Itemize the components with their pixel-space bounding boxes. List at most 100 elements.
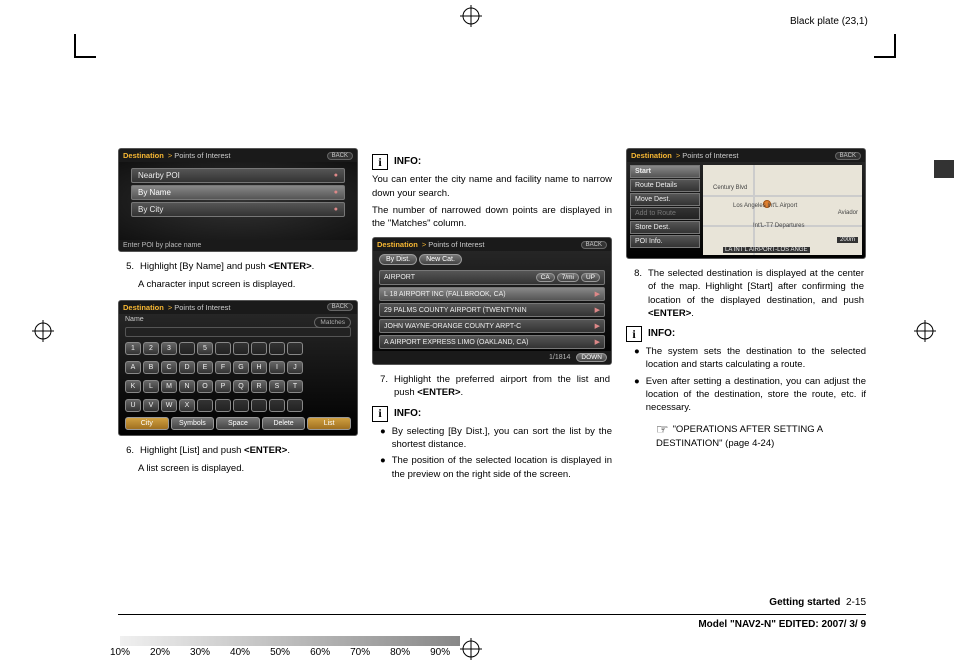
screenshot-map: Destination > Points of Interest BACK St… (626, 148, 866, 259)
side-item-poi-info: POI Info. (630, 235, 700, 248)
info-icon: i (626, 326, 642, 342)
info-paragraph: You can enter the city name and facility… (372, 173, 612, 201)
plate-label: Black plate (23,1) (790, 16, 868, 27)
key: J (287, 361, 303, 374)
key: A (125, 361, 141, 374)
back-button: BACK (327, 152, 353, 160)
up-button: UP (581, 273, 600, 282)
key: O (197, 380, 213, 393)
column-1: Destination > Points of Interest BACK Ne… (118, 148, 358, 484)
key: D (179, 361, 195, 374)
cross-reference: ☞"OPERATIONS AFTER SETTING A DESTINATION… (656, 418, 866, 451)
breadcrumb-sub: Points of Interest (682, 151, 738, 160)
list-row: 29 PALMS COUNTY AIRPORT (TWENTYNIN▶ (379, 303, 605, 317)
crop-mark (874, 56, 896, 58)
key (197, 399, 213, 412)
key: B (143, 361, 159, 374)
step-7: 7. Highlight the preferred airport from … (374, 373, 610, 400)
key: T (287, 380, 303, 393)
key (269, 399, 285, 412)
back-button: BACK (835, 152, 861, 160)
map-label: Los Angeles Int'L Airport (733, 203, 797, 209)
list-row: AIRPORT CA 7/mi UP (379, 270, 605, 285)
pointing-hand-icon: ☞ (656, 420, 669, 440)
footer-hint: Enter POI by place name (123, 242, 201, 249)
info-paragraph: The number of narrowed down points are d… (372, 204, 612, 232)
chevron-right-icon: > (168, 151, 172, 160)
step-5-continued: A character input screen is displayed. (138, 278, 358, 291)
menu-item: Nearby POI● (131, 168, 345, 183)
city-button: City (125, 417, 169, 430)
breadcrumb-main: Destination (123, 303, 164, 312)
side-item-route-details: Route Details (630, 179, 700, 192)
breadcrumb-sub: Points of Interest (174, 303, 230, 312)
key: M (161, 380, 177, 393)
footer-rule (118, 614, 866, 615)
map-preview: Century Blvd Los Angeles Int'L Airport I… (703, 165, 862, 255)
menu-item: By City● (131, 202, 345, 217)
keyboard-row-4: U V W X (119, 396, 357, 415)
info-icon: i (372, 154, 388, 170)
chevron-right-icon: > (168, 303, 172, 312)
key (215, 342, 231, 355)
key: W (161, 399, 177, 412)
map-label: LA INT'L AIRPORT-LOS ANGE (723, 247, 810, 253)
registration-mark-icon (914, 320, 936, 342)
key (179, 342, 195, 355)
key: 2 (143, 342, 159, 355)
halftone-bar (120, 636, 460, 646)
side-item-move-dest: Move Dest. (630, 193, 700, 206)
symbols-button: Symbols (171, 417, 215, 430)
key: C (161, 361, 177, 374)
key: L (143, 380, 159, 393)
key: Q (233, 380, 249, 393)
breadcrumb-sub: Points of Interest (174, 151, 230, 160)
step-8: 8. The selected destination is displayed… (628, 267, 864, 320)
list-button: List (307, 417, 351, 430)
menu-item: By Name● (131, 185, 345, 200)
step-6: 6. Highlight [List] and push <ENTER>. (120, 444, 356, 457)
map-label: Century Blvd (713, 185, 747, 191)
name-input (125, 327, 351, 337)
matches-badge: Matches (314, 317, 351, 328)
key (233, 399, 249, 412)
new-cat-button: New Cat. (419, 254, 462, 265)
list-row: L 18 AIRPORT INC (FALLBROOK, CA)▶ (379, 287, 605, 301)
info-icon: i (372, 406, 388, 422)
breadcrumb-main: Destination (123, 151, 164, 160)
key: 1 (125, 342, 141, 355)
bullet-item: ●By selecting [By Dist.], you can sort t… (380, 425, 612, 452)
screenshot-poi-menu: Destination > Points of Interest BACK Ne… (118, 148, 358, 252)
key: 5 (197, 342, 213, 355)
list-row: A AIRPORT EXPRESS LIMO (OAKLAND, CA)▶ (379, 335, 605, 349)
key (269, 342, 285, 355)
key: V (143, 399, 159, 412)
back-button: BACK (581, 241, 607, 249)
key: H (251, 361, 267, 374)
key (251, 399, 267, 412)
key (233, 342, 249, 355)
registration-mark-icon (460, 5, 482, 27)
side-item-start: Start (630, 165, 700, 178)
key: I (269, 361, 285, 374)
keyboard-row-2: A B C D E F G H I J (119, 358, 357, 377)
section-footer: Getting started 2-15 (769, 597, 866, 608)
side-item-add-to-route: Add to Route (630, 207, 700, 220)
breadcrumb-sub: Points of Interest (428, 240, 484, 249)
column-3: Destination > Points of Interest BACK St… (626, 148, 866, 484)
key (287, 342, 303, 355)
down-button: DOWN (576, 353, 607, 362)
bullet-item: ●The system sets the destination to the … (634, 345, 866, 372)
list-counter: 1/1814 (549, 354, 570, 361)
percent-scale: 10% 20% 30% 40% 50% 60% 70% 80% 90% (110, 647, 450, 658)
crop-mark (74, 34, 76, 56)
key (215, 399, 231, 412)
list-row: JOHN WAYNE-ORANGE COUNTY ARPT-C▶ (379, 319, 605, 333)
key: F (215, 361, 231, 374)
by-dist-button: By Dist. (379, 254, 417, 265)
screenshot-keyboard: Destination > Points of Interest BACK Ma… (118, 300, 358, 436)
column-2: i INFO: You can enter the city name and … (372, 148, 612, 484)
crop-mark (894, 34, 896, 56)
map-label: Aviador (838, 210, 858, 216)
keyboard-row-1: 1 2 3 5 (119, 339, 357, 358)
